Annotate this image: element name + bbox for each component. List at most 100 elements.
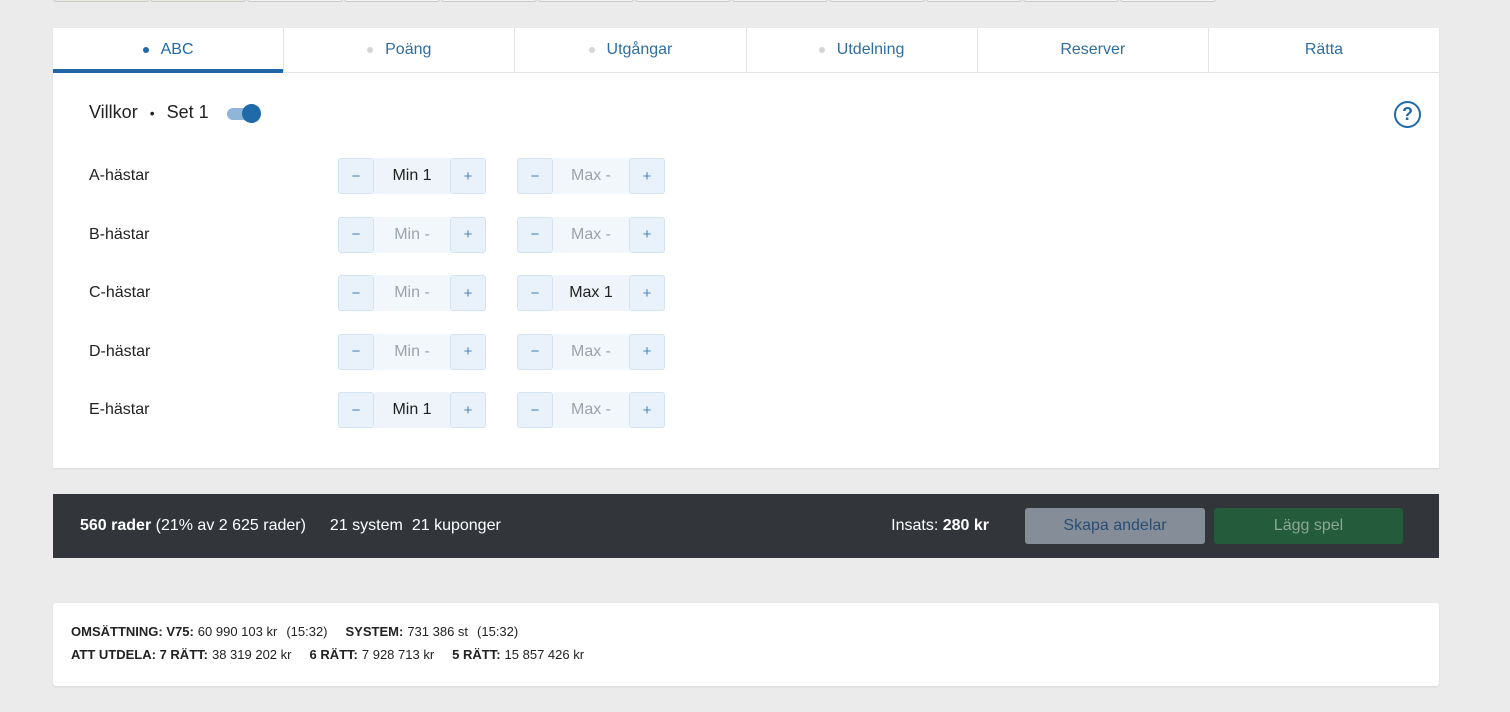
max-value: Max 1	[553, 275, 629, 311]
condition-row-b: B-hästar − Min - + − Max - +	[89, 216, 696, 253]
section-title: Villkor	[89, 102, 138, 122]
condition-label: A-hästar	[89, 167, 150, 184]
min-stepper: − Min - +	[338, 216, 486, 253]
help-icon[interactable]: ?	[1394, 101, 1421, 128]
toggle-knob	[241, 103, 261, 123]
min-stepper: − Min - +	[338, 275, 486, 311]
top-chip[interactable]	[344, 0, 440, 2]
info-value: 38 319 202 kr	[211, 647, 292, 662]
min-stepper: − Min 1 +	[338, 392, 486, 428]
top-chip[interactable]	[53, 0, 149, 2]
stake-summary: Insats: 280 kr	[891, 517, 989, 535]
condition-label: C-hästar	[89, 284, 151, 301]
min-value: Min -	[374, 216, 450, 253]
tab-utgangar[interactable]: Utgångar	[515, 28, 747, 72]
top-chip[interactable]	[829, 0, 925, 2]
top-tab-strip	[53, 0, 1217, 2]
decrement-button[interactable]: −	[338, 158, 374, 194]
decrement-button[interactable]: −	[517, 275, 553, 311]
max-stepper: − Max - +	[517, 216, 665, 253]
max-value: Max -	[553, 333, 629, 370]
info-value: 731 386 st	[407, 624, 469, 639]
tab-utdelning[interactable]: Utdelning	[747, 28, 978, 72]
increment-button[interactable]: +	[629, 158, 665, 194]
tab-abc[interactable]: ABC	[53, 28, 285, 73]
top-chip[interactable]	[441, 0, 537, 2]
min-stepper: − Min - +	[338, 333, 486, 370]
min-value: Min 1	[374, 392, 450, 428]
condition-label: D-hästar	[89, 342, 151, 360]
info-time: (15:32)	[286, 624, 328, 639]
place-bet-button[interactable]: Lägg spel	[1214, 508, 1403, 544]
info-key: 6 RÄTT:	[309, 647, 358, 662]
condition-row-a: A-hästar − Min 1 + − Max - +	[89, 158, 696, 194]
decrement-button[interactable]: −	[338, 275, 374, 311]
tab-ratta[interactable]: Rätta	[1209, 28, 1439, 72]
decrement-button[interactable]: −	[517, 216, 553, 253]
decrement-button[interactable]: −	[338, 333, 374, 370]
max-value: Max -	[553, 216, 629, 253]
set-label: Set 1	[166, 102, 209, 122]
info-value: 60 990 103 kr	[197, 624, 278, 639]
increment-button[interactable]: +	[450, 216, 486, 253]
max-stepper: − Max - +	[517, 333, 665, 370]
min-value: Min -	[374, 275, 450, 311]
max-value: Max -	[553, 158, 629, 194]
max-value: Max -	[553, 392, 629, 428]
decrement-button[interactable]: −	[338, 392, 374, 428]
increment-button[interactable]: +	[450, 392, 486, 428]
decrement-button[interactable]: −	[338, 216, 374, 253]
tab-label: Reserver	[1060, 41, 1126, 58]
top-chip[interactable]	[538, 0, 634, 2]
decrement-button[interactable]: −	[517, 333, 553, 370]
top-chip[interactable]	[635, 0, 731, 2]
rows-count: 560 rader	[80, 517, 152, 534]
top-chip[interactable]	[732, 0, 828, 2]
info-value: 15 857 426 kr	[504, 647, 585, 662]
rows-percent: (21% av 2 625 rader)	[151, 517, 306, 534]
top-chip[interactable]	[150, 0, 246, 2]
tab-poang[interactable]: Poäng	[284, 28, 516, 72]
top-chip[interactable]	[247, 0, 343, 2]
max-stepper: − Max 1 +	[517, 275, 665, 311]
min-value: Min -	[374, 333, 450, 370]
payout-line: ATT UTDELA: 7 RÄTT: 38 319 202 kr 6 RÄTT…	[71, 647, 1421, 662]
increment-button[interactable]: +	[629, 392, 665, 428]
increment-button[interactable]: +	[629, 275, 665, 311]
tab-label: ABC	[160, 41, 194, 58]
increment-button[interactable]: +	[450, 275, 486, 311]
decrement-button[interactable]: −	[517, 158, 553, 194]
top-chip[interactable]	[926, 0, 1022, 2]
system-count: 21 system	[329, 517, 403, 534]
info-key: ATT UTDELA: 7 RÄTT:	[71, 647, 208, 662]
condition-label: E-hästar	[89, 401, 150, 418]
decrement-button[interactable]: −	[517, 392, 553, 428]
coupon-count: 21 kuponger	[411, 517, 501, 534]
conditions-panel: ABC Poäng Utgångar Utdelning Reserver Rä…	[53, 28, 1439, 468]
info-key: SYSTEM:	[345, 624, 404, 639]
create-shares-button[interactable]: Skapa andelar	[1025, 508, 1205, 544]
increment-button[interactable]: +	[629, 333, 665, 370]
tab-bar: ABC Poäng Utgångar Utdelning Reserver Rä…	[53, 28, 1439, 73]
tab-label: Utdelning	[836, 41, 905, 58]
increment-button[interactable]: +	[450, 333, 486, 370]
conditions-list: A-hästar − Min 1 + − Max - + B-hästar − …	[89, 158, 696, 451]
set-toggle[interactable]	[226, 103, 261, 123]
increment-button[interactable]: +	[450, 158, 486, 194]
status-dot-icon	[588, 47, 595, 53]
info-time: (15:32)	[477, 624, 519, 639]
tab-reserver[interactable]: Reserver	[978, 28, 1209, 72]
rows-summary: 560 rader (21% av 2 625 rader)	[80, 517, 306, 535]
status-dot-icon	[818, 47, 825, 53]
turnover-info: OMSÄTTNING: V75: 60 990 103 kr (15:32) S…	[53, 603, 1439, 686]
top-chip[interactable]	[1120, 0, 1216, 2]
max-stepper: − Max - +	[517, 392, 665, 428]
info-key: 5 RÄTT:	[452, 647, 501, 662]
max-stepper: − Max - +	[517, 158, 665, 194]
condition-row-d: D-hästar − Min - + − Max - +	[89, 333, 696, 370]
condition-row-c: C-hästar − Min - + − Max 1 +	[89, 275, 696, 311]
top-chip[interactable]	[1023, 0, 1119, 2]
increment-button[interactable]: +	[629, 216, 665, 253]
tab-label: Utgångar	[606, 41, 673, 58]
tab-label: Rätta	[1304, 41, 1344, 58]
